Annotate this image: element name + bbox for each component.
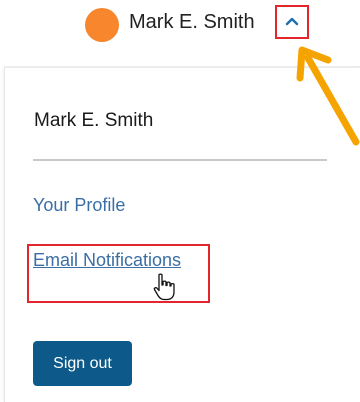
account-menu-toggle[interactable] bbox=[275, 5, 309, 39]
sign-out-button[interactable]: Sign out bbox=[33, 341, 132, 386]
email-notifications-link[interactable]: Email Notifications bbox=[33, 250, 181, 271]
avatar[interactable] bbox=[85, 8, 119, 42]
dropdown-user-name: Mark E. Smith bbox=[34, 110, 154, 131]
arrow-annotation-icon bbox=[296, 46, 360, 146]
divider bbox=[33, 159, 327, 161]
your-profile-link[interactable]: Your Profile bbox=[33, 195, 125, 216]
page: Mark E. Smith Mark E. Smith Your Profile… bbox=[0, 0, 360, 402]
chevron-up-icon bbox=[285, 17, 299, 26]
header-user-name[interactable]: Mark E. Smith bbox=[129, 11, 255, 34]
hand-pointer-icon bbox=[153, 273, 175, 301]
